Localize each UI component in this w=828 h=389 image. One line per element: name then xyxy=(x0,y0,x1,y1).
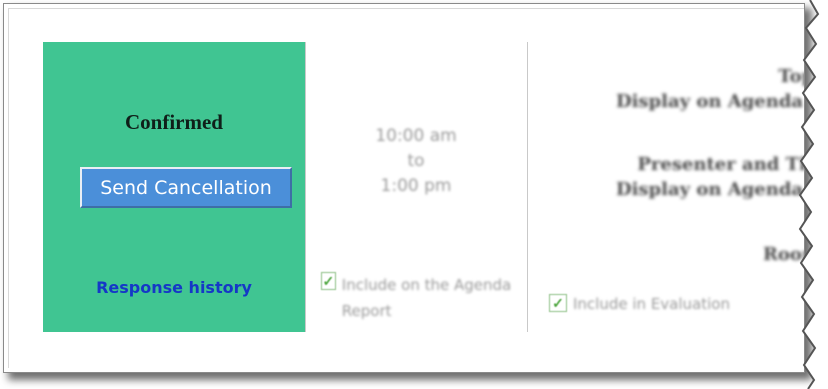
inner-border-left xyxy=(8,8,9,368)
time-separator: to xyxy=(407,151,425,171)
start-time: 10:00 am xyxy=(375,126,457,146)
send-cancellation-button[interactable]: Send Cancellation xyxy=(80,167,292,208)
topic-display-label: Display on Agenda a xyxy=(615,91,805,112)
agenda-include-label: Include on the Agenda Report xyxy=(341,276,512,320)
presenter-label: Presenter and Titl xyxy=(637,154,805,175)
inner-border-top xyxy=(8,8,804,9)
checkmark-icon: ✓ xyxy=(322,272,335,289)
time-range: 10:00 am to 1:00 pm xyxy=(305,124,527,199)
screenshot-frame: Confirmed Send Cancellation Response his… xyxy=(3,3,805,373)
status-title: Confirmed xyxy=(125,110,223,134)
response-history-link[interactable]: Response history xyxy=(43,278,305,297)
column-divider xyxy=(527,42,528,332)
presenter-display-label: Display on Agenda a xyxy=(615,179,805,200)
details-panel: Topi Display on Agenda a Presenter and T… xyxy=(533,42,805,332)
torn-edge xyxy=(798,0,828,389)
end-time: 1:00 pm xyxy=(380,176,452,196)
evaluation-include-checkbox[interactable]: ✓ xyxy=(549,294,567,312)
evaluation-include-label: Include in Evaluation xyxy=(573,295,730,313)
evaluation-include-row: ✓ Include in Evaluation xyxy=(549,294,730,314)
status-panel: Confirmed Send Cancellation Response his… xyxy=(43,42,305,332)
checkmark-icon: ✓ xyxy=(552,294,564,311)
agenda-include-row: ✓ Include on the Agenda Report xyxy=(321,272,521,324)
agenda-include-checkbox[interactable]: ✓ xyxy=(321,272,336,290)
